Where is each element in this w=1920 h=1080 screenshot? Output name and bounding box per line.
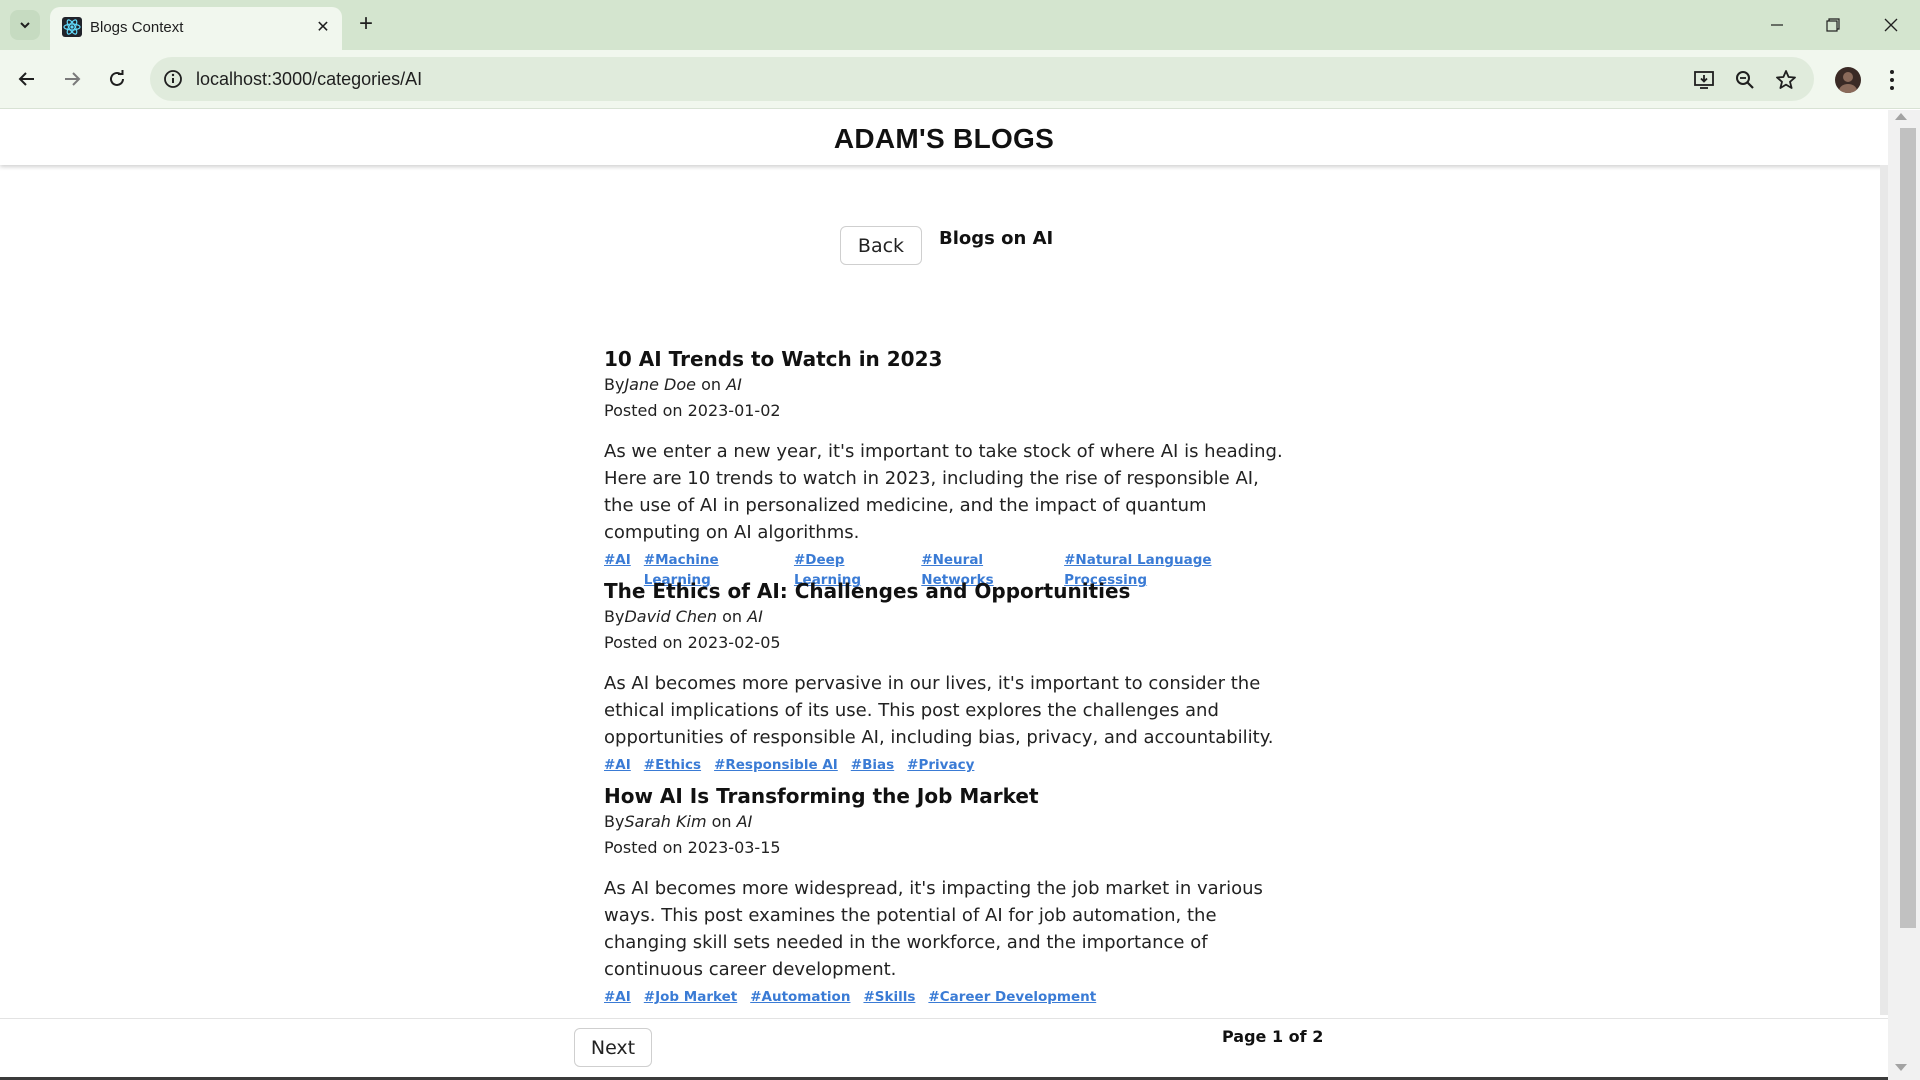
kebab-menu-icon[interactable] <box>1880 65 1904 95</box>
zoom-icon[interactable] <box>1733 68 1757 92</box>
browser-tab[interactable]: Blogs Context ✕ <box>50 7 342 50</box>
browser-toolbar: localhost:3000/categories/AI <box>0 50 1920 109</box>
on-label: on <box>722 607 743 626</box>
post-meta: ByJane Doe on AI <box>604 372 1284 398</box>
post-title[interactable]: How AI Is Transforming the Job Market <box>604 783 1284 809</box>
window-close-icon[interactable] <box>1876 10 1906 40</box>
category-heading: Blogs on AI <box>939 228 1054 249</box>
tag-link[interactable]: #AI <box>604 755 631 775</box>
post-author: David Chen <box>624 607 718 626</box>
scroll-down-arrow-icon[interactable] <box>1895 1064 1907 1071</box>
page-edge-shadow <box>1880 165 1888 1015</box>
site-header: ADAM'S BLOGS <box>0 110 1888 165</box>
post-date: Posted on 2023-01-02 <box>604 401 781 420</box>
tag-list: #AI #Ethics #Responsible AI #Bias #Priva… <box>604 755 1284 775</box>
blog-post: 10 AI Trends to Watch in 2023 ByJane Doe… <box>604 346 1284 590</box>
react-favicon-icon <box>62 17 82 37</box>
post-body: As AI becomes more pervasive in our live… <box>604 673 1274 748</box>
on-label: on <box>701 375 722 394</box>
plus-icon[interactable]: + <box>352 11 380 39</box>
tag-link[interactable]: #Career Development <box>928 987 1096 1007</box>
back-arrow-icon[interactable] <box>11 63 43 95</box>
restore-icon[interactable] <box>1818 10 1848 40</box>
blog-post: How AI Is Transforming the Job Market By… <box>604 783 1284 1007</box>
site-info-icon[interactable] <box>162 68 184 90</box>
post-category: AI <box>736 812 753 831</box>
next-page-button[interactable]: Next <box>574 1028 652 1067</box>
post-title[interactable]: 10 AI Trends to Watch in 2023 <box>604 346 1284 372</box>
tag-link[interactable]: #Automation <box>750 987 850 1007</box>
chevron-down-icon <box>20 22 30 29</box>
tag-link[interactable]: #Ethics <box>644 755 701 775</box>
post-meta: ByDavid Chen on AI <box>604 604 1284 630</box>
tab-title: Blogs Context <box>90 19 184 36</box>
by-label: By <box>604 375 625 394</box>
close-icon[interactable]: ✕ <box>312 16 334 38</box>
on-label: on <box>711 812 732 831</box>
address-bar[interactable]: localhost:3000/categories/AI <box>150 57 1814 101</box>
minimize-icon[interactable] <box>1762 10 1792 40</box>
page-indicator: Page 1 of 2 <box>1222 1027 1324 1046</box>
post-body: As AI becomes more widespread, it's impa… <box>604 878 1263 980</box>
tag-link[interactable]: #AI <box>604 987 631 1007</box>
pagination-bar: Next Page 1 of 2 <box>0 1018 1888 1080</box>
url-text[interactable]: localhost:3000/categories/AI <box>196 69 422 90</box>
star-icon[interactable] <box>1774 68 1798 92</box>
tag-link[interactable]: #Responsible AI <box>714 755 838 775</box>
post-author: Sarah Kim <box>624 812 707 831</box>
post-title[interactable]: The Ethics of AI: Challenges and Opportu… <box>604 578 1284 604</box>
post-date: Posted on 2023-03-15 <box>604 838 781 857</box>
tag-link[interactable]: #Bias <box>851 755 894 775</box>
scrollbar-thumb[interactable] <box>1900 128 1916 928</box>
page-viewport: ADAM'S BLOGS Back Blogs on AI 10 AI Tren… <box>0 110 1888 1080</box>
reload-icon[interactable] <box>101 63 133 95</box>
profile-avatar[interactable] <box>1835 67 1861 93</box>
post-body: As we enter a new year, it's important t… <box>604 441 1283 543</box>
post-date: Posted on 2023-02-05 <box>604 633 781 652</box>
post-category: AI <box>747 607 763 626</box>
post-author: Jane Doe <box>624 375 696 394</box>
site-title: ADAM'S BLOGS <box>833 122 1055 154</box>
tag-link[interactable]: #Privacy <box>907 755 974 775</box>
tag-list: #AI #Job Market #Automation #Skills #Car… <box>604 987 1284 1007</box>
post-meta: BySarah Kim on AI <box>604 809 1284 835</box>
blog-post: The Ethics of AI: Challenges and Opportu… <box>604 578 1284 775</box>
post-category: AI <box>726 375 742 394</box>
tab-search-button[interactable] <box>10 10 40 40</box>
back-button[interactable]: Back <box>840 226 922 265</box>
tag-link[interactable]: #Skills <box>863 987 915 1007</box>
by-label: By <box>604 812 625 831</box>
scroll-up-arrow-icon[interactable] <box>1895 113 1907 120</box>
browser-tab-bar: Blogs Context ✕ + <box>0 0 1920 50</box>
by-label: By <box>604 607 625 626</box>
tag-link[interactable]: #Job Market <box>644 987 737 1007</box>
install-app-icon[interactable] <box>1692 68 1716 92</box>
forward-arrow-icon[interactable] <box>56 63 88 95</box>
